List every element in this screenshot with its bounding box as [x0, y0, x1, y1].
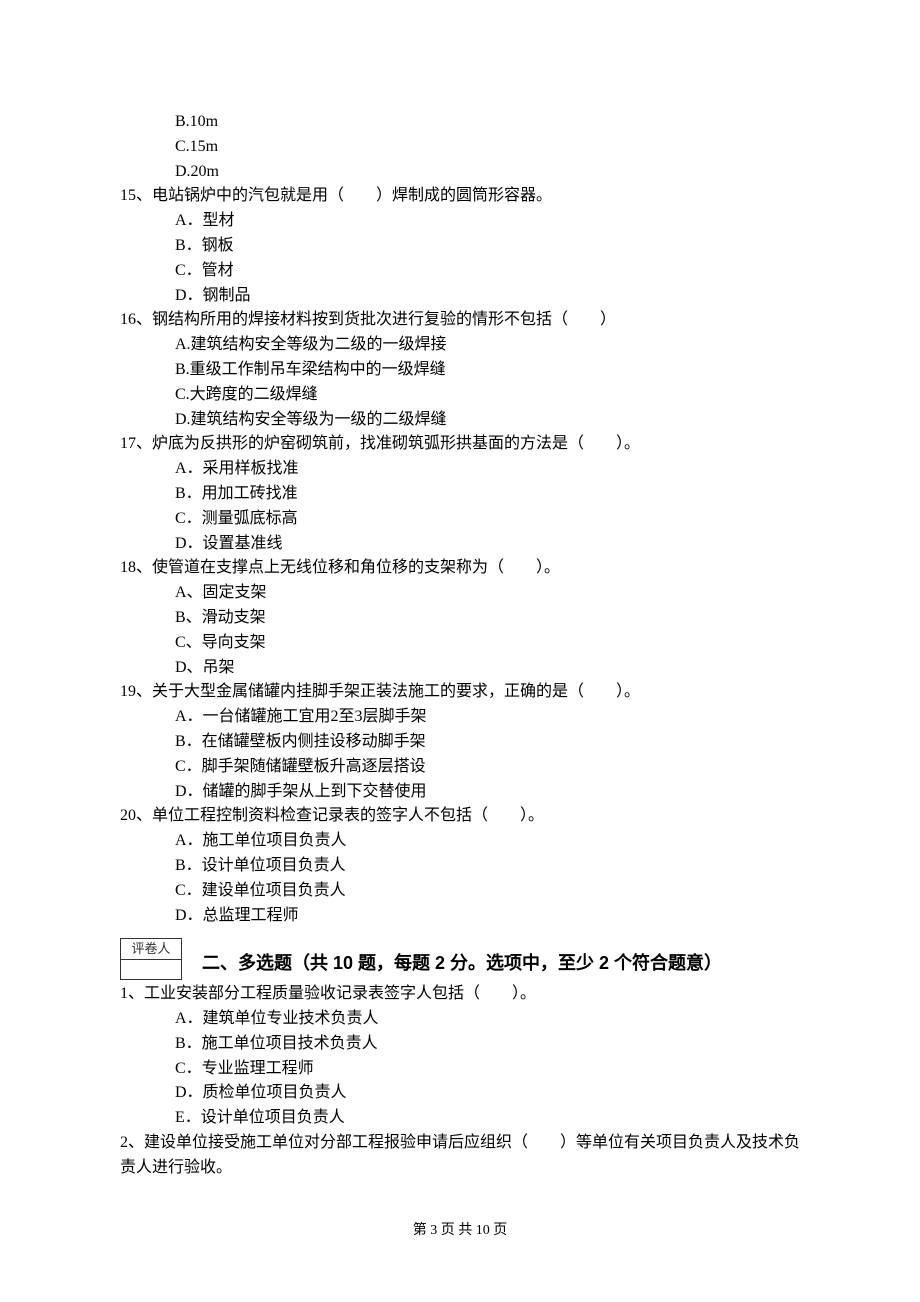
q19-option-a: A．一台储罐施工宜用2至3层脚手架: [120, 705, 800, 730]
q20-stem: 20、单位工程控制资料检查记录表的签字人不包括（ ）。: [120, 804, 800, 829]
q18-option-c: C、导向支架: [120, 631, 800, 656]
q15-option-c: C．管材: [120, 259, 800, 284]
q18-option-d: D、吊架: [120, 656, 800, 681]
mq1-option-b: B．施工单位项目技术负责人: [120, 1032, 800, 1057]
q17-stem: 17、炉底为反拱形的炉窑砌筑前，找准砌筑弧形拱基面的方法是（ ）。: [120, 432, 800, 457]
grader-blank: [121, 960, 181, 980]
q19-option-c: C．脚手架随储罐壁板升高逐层搭设: [120, 755, 800, 780]
q19-stem: 19、关于大型金属储罐内挂脚手架正装法施工的要求，正确的是（ ）。: [120, 680, 800, 705]
q17-option-c: C．测量弧底标高: [120, 507, 800, 532]
q17-option-d: D．设置基准线: [120, 532, 800, 557]
q16-option-c: C.大跨度的二级焊缝: [120, 383, 800, 408]
q19-option-d: D．储罐的脚手架从上到下交替使用: [120, 780, 800, 805]
q20-option-c: C．建设单位项目负责人: [120, 879, 800, 904]
q16-option-b: B.重级工作制吊车梁结构中的一级焊缝: [120, 358, 800, 383]
q18-stem: 18、使管道在支撑点上无线位移和角位移的支架称为（ ）。: [120, 556, 800, 581]
q14-option-b: B.10m: [120, 110, 800, 135]
section-header-row: 评卷人 二、多选题（共 10 题，每题 2 分。选项中，至少 2 个符合题意）: [120, 932, 800, 980]
mq1-stem: 1、工业安装部分工程质量验收记录表签字人包括（ ）。: [120, 982, 800, 1007]
q14-option-d: D.20m: [120, 160, 800, 185]
q16-option-d: D.建筑结构安全等级为一级的二级焊缝: [120, 408, 800, 433]
document-page: B.10m C.15m D.20m 15、电站锅炉中的汽包就是用（ ）焊制成的圆…: [0, 0, 920, 1302]
q17-option-a: A．采用样板找准: [120, 457, 800, 482]
q18-option-b: B、滑动支架: [120, 606, 800, 631]
q15-option-b: B．钢板: [120, 234, 800, 259]
grader-box: 评卷人: [120, 938, 182, 980]
q15-option-d: D．钢制品: [120, 284, 800, 309]
mq1-option-a: A．建筑单位专业技术负责人: [120, 1007, 800, 1032]
q20-option-d: D．总监理工程师: [120, 904, 800, 929]
q16-option-a: A.建筑结构安全等级为二级的一级焊接: [120, 333, 800, 358]
section2-title: 二、多选题（共 10 题，每题 2 分。选项中，至少 2 个符合题意）: [182, 950, 722, 980]
q15-stem: 15、电站锅炉中的汽包就是用（ ）焊制成的圆筒形容器。: [120, 184, 800, 209]
page-footer: 第 3 页 共 10 页: [0, 1220, 920, 1242]
q18-option-a: A、固定支架: [120, 581, 800, 606]
q20-option-a: A．施工单位项目负责人: [120, 829, 800, 854]
mq2-stem: 2、建设单位接受施工单位对分部工程报验申请后应组织（ ）等单位有关项目负责人及技…: [120, 1131, 800, 1181]
q17-option-b: B．用加工砖找准: [120, 482, 800, 507]
q15-option-a: A．型材: [120, 209, 800, 234]
mq1-option-e: E．设计单位项目负责人: [120, 1106, 800, 1131]
grader-label: 评卷人: [121, 939, 181, 960]
mq1-option-d: D．质检单位项目负责人: [120, 1081, 800, 1106]
q20-option-b: B．设计单位项目负责人: [120, 854, 800, 879]
q19-option-b: B．在储罐壁板内侧挂设移动脚手架: [120, 730, 800, 755]
q14-option-c: C.15m: [120, 135, 800, 160]
q16-stem: 16、钢结构所用的焊接材料按到货批次进行复验的情形不包括（ ）: [120, 308, 800, 333]
mq1-option-c: C．专业监理工程师: [120, 1057, 800, 1082]
